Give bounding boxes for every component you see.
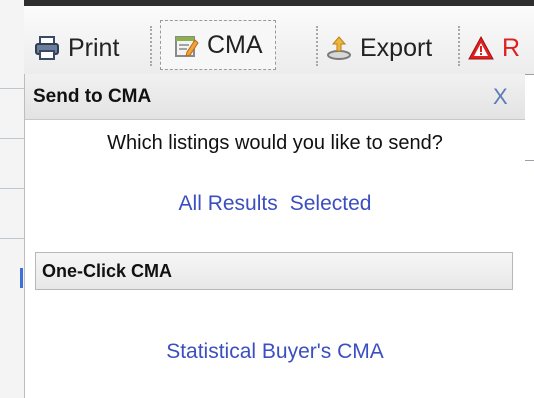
close-button[interactable]: X — [493, 84, 508, 110]
toolbar-separator — [316, 26, 320, 66]
background-row-line — [0, 238, 24, 239]
background-row-line — [0, 138, 24, 139]
toolbar: Print CMA Export R — [24, 0, 534, 74]
background-row-line — [0, 188, 24, 189]
all-results-link[interactable]: All Results — [179, 192, 278, 215]
export-button[interactable]: Export — [326, 30, 432, 66]
selected-link[interactable]: Selected — [290, 192, 372, 215]
toolbar-separator — [150, 26, 154, 66]
background-selection-marker — [20, 268, 23, 288]
section-title: One-Click CMA — [42, 261, 173, 281]
send-to-cma-dialog: Send to CMA X Which listings would you l… — [24, 74, 525, 398]
background-row-line — [524, 160, 534, 161]
dialog-title: Send to CMA — [33, 86, 152, 107]
dialog-header: Send to CMA X — [25, 74, 525, 120]
listings-question: Which listings would you like to send? — [107, 132, 443, 154]
listing-choice-links: All Results Selected — [25, 192, 525, 216]
cma-button[interactable]: CMA — [160, 20, 276, 70]
printer-icon — [34, 35, 60, 61]
warning-triangle-icon — [468, 35, 494, 61]
edit-document-icon — [173, 32, 199, 58]
left-background-panel — [0, 0, 25, 398]
background-row-line — [0, 88, 24, 89]
background-row-line — [524, 74, 534, 75]
toolbar-separator — [458, 26, 462, 66]
cma-label: CMA — [207, 30, 263, 59]
alert-label: R — [502, 33, 521, 62]
print-button[interactable]: Print — [34, 30, 119, 66]
print-label: Print — [68, 33, 120, 62]
export-label: Export — [360, 33, 433, 62]
statistical-buyers-cma-link[interactable]: Statistical Buyer's CMA — [25, 340, 525, 364]
alert-button[interactable]: R — [468, 30, 520, 66]
one-click-cma-section-header: One-Click CMA — [35, 252, 513, 290]
export-tray-icon — [326, 35, 352, 61]
